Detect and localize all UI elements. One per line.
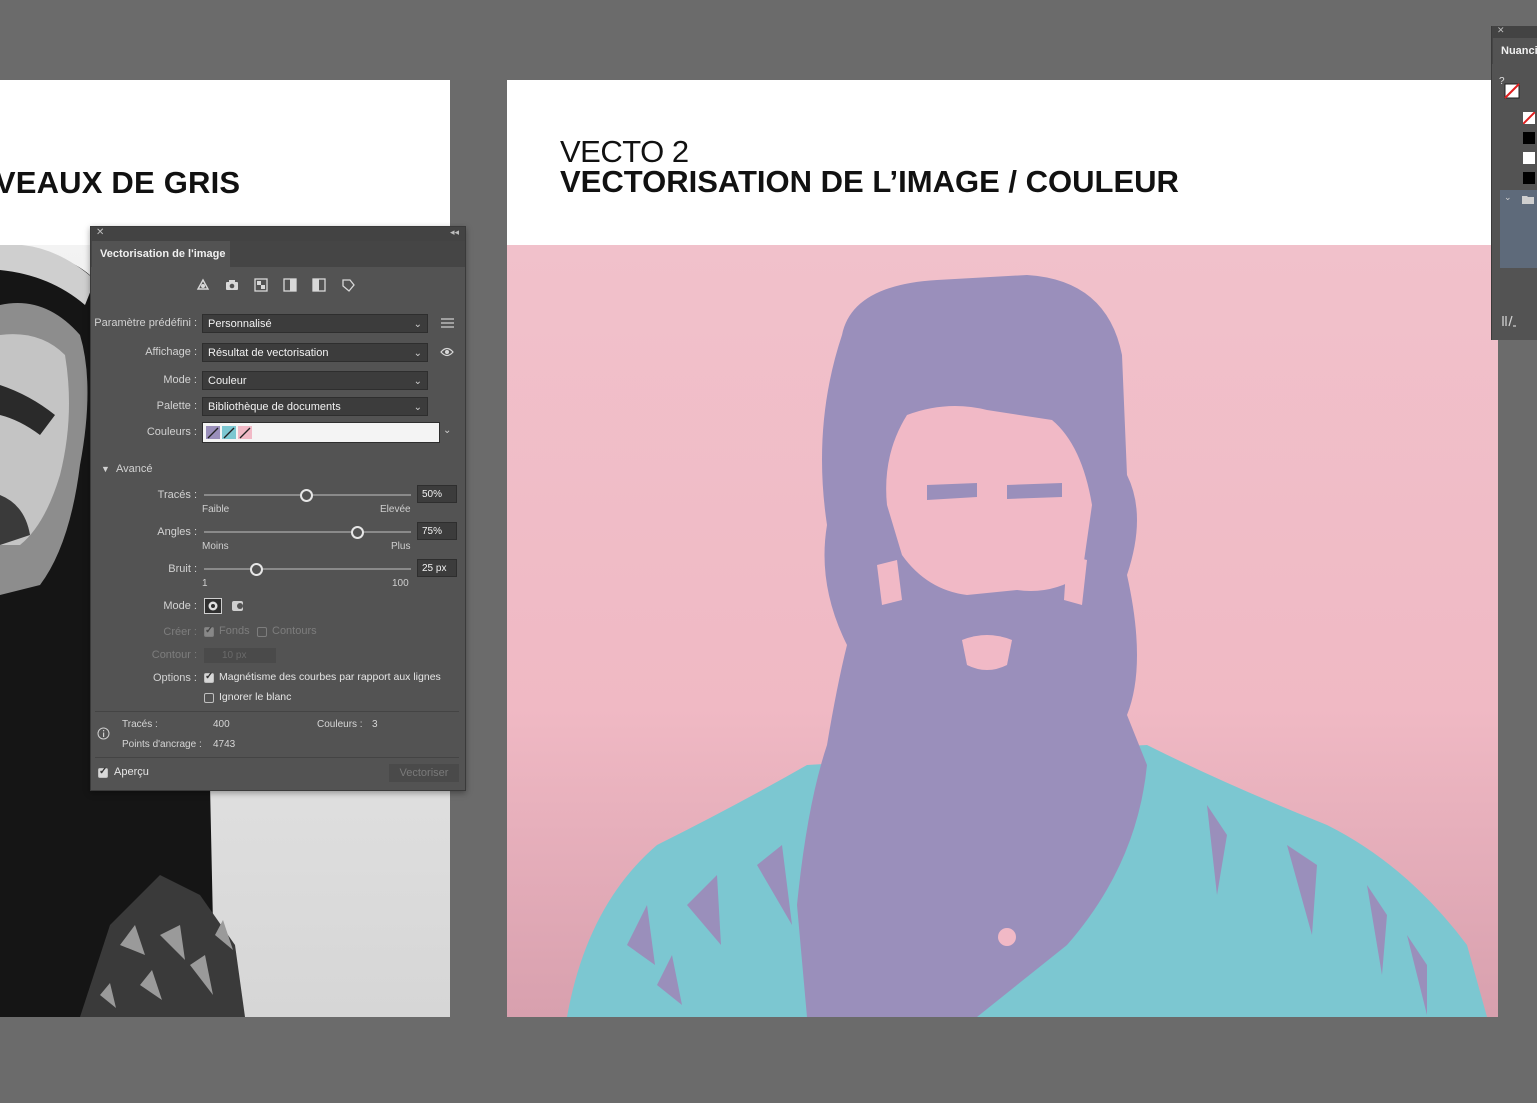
artboard-title: IVEAUX DE GRIS — [0, 165, 241, 200]
paths-slider-knob[interactable] — [300, 489, 313, 502]
fill-stroke-icon[interactable]: ? — [1499, 74, 1521, 102]
colors-swatch-field[interactable] — [202, 422, 440, 443]
preset-value: Personnalisé — [208, 318, 272, 330]
fills-checkbox[interactable] — [204, 625, 214, 637]
palette-dropdown[interactable]: Bibliothèque de documents ⌄ — [202, 397, 428, 416]
paths-label: Tracés : — [157, 489, 197, 501]
none-swatch[interactable] — [1523, 112, 1535, 124]
stroke-value-field[interactable]: 10 px — [204, 648, 276, 663]
grayscale-icon[interactable] — [282, 277, 298, 293]
options-label: Options : — [152, 672, 197, 684]
auto-color-icon[interactable] — [195, 277, 211, 293]
info-paths-label: Tracés : — [122, 719, 158, 730]
info-anchors-label: Points d'ancrage : — [122, 739, 202, 750]
mode-label: Mode : — [163, 374, 197, 386]
advanced-section-toggle[interactable]: ▼ Avancé — [101, 463, 152, 475]
noise-value[interactable]: 25 px — [417, 559, 457, 577]
abutting-icon — [208, 601, 218, 611]
high-color-icon[interactable] — [224, 277, 240, 293]
preset-dropdown[interactable]: Personnalisé ⌄ — [202, 314, 428, 333]
info-colors-label: Couleurs : — [317, 719, 363, 730]
svg-text:?: ? — [1499, 76, 1505, 87]
palette-label: Palette : — [156, 400, 197, 412]
noise-slider[interactable] — [204, 568, 411, 570]
folder-icon — [1522, 196, 1534, 204]
corners-max-label: Plus — [391, 541, 411, 552]
white-swatch[interactable] — [1523, 152, 1535, 164]
create-label: Créer : — [163, 626, 197, 638]
outline-icon[interactable] — [340, 277, 356, 293]
fills-label: Fonds — [219, 625, 250, 637]
chevron-down-icon: ⌄ — [413, 348, 422, 359]
disclosure-triangle-icon: ▼ — [101, 464, 110, 474]
corners-slider-knob[interactable] — [351, 526, 364, 539]
corners-min-label: Moins — [202, 541, 229, 552]
swatch-library-icon[interactable] — [1502, 315, 1518, 327]
divider — [95, 711, 459, 712]
paths-max-label: Elevée — [380, 504, 411, 515]
noise-slider-knob[interactable] — [250, 563, 263, 576]
collapse-icon[interactable]: ◂◂ — [450, 227, 459, 238]
paths-value[interactable]: 50% — [417, 485, 457, 503]
stroke-label: Contour : — [151, 649, 197, 661]
ignore-white-checkbox[interactable] — [204, 693, 214, 703]
corners-label: Angles : — [157, 526, 197, 538]
image-trace-panel: ✕ ◂◂ Vectorisation de l'image Paramètre … — [90, 226, 466, 791]
artboard-title: VECTORISATION DE L’IMAGE / COULEUR — [560, 164, 1179, 199]
swatch-group-selected[interactable]: ⌄ — [1500, 190, 1537, 268]
chevron-down-icon: ⌄ — [1504, 192, 1512, 202]
chevron-down-icon: ⌄ — [413, 319, 422, 330]
advanced-label: Avancé — [115, 463, 153, 475]
chevron-down-icon: ⌄ — [413, 376, 422, 387]
palette-value: Bibliothèque de documents — [208, 401, 341, 413]
snap-curves-label: Magnétisme des courbes par rapport aux l… — [219, 671, 441, 683]
low-color-icon[interactable] — [253, 277, 269, 293]
trace-button[interactable]: Vectoriser — [389, 764, 459, 782]
registration-swatch[interactable] — [1523, 132, 1535, 144]
chevron-down-icon[interactable]: ⌄ — [443, 425, 451, 436]
noise-min-label: 1 — [202, 578, 208, 589]
colors-label: Couleurs : — [146, 426, 197, 438]
tab-image-trace[interactable]: Vectorisation de l'image — [92, 241, 230, 267]
info-anchors-value: 4743 — [213, 739, 236, 750]
info-icon — [97, 727, 110, 740]
view-value: Résultat de vectorisation — [208, 347, 329, 359]
close-icon[interactable]: ✕ — [96, 227, 104, 238]
color-swatches — [206, 426, 252, 439]
ignore-white-label: Ignorer le blanc — [219, 691, 292, 703]
black-white-icon[interactable] — [311, 277, 327, 293]
preview-checkbox[interactable] — [98, 766, 108, 778]
panel-menu-icon[interactable] — [441, 317, 454, 329]
color-trace-image — [507, 245, 1498, 1017]
preset-label: Paramètre prédéfini : — [94, 317, 197, 329]
preview-label: Aperçu — [114, 766, 149, 778]
strokes-checkbox[interactable] — [257, 627, 267, 637]
mode-value: Couleur — [208, 375, 247, 387]
view-dropdown[interactable]: Résultat de vectorisation ⌄ — [202, 343, 428, 362]
panel-title-bar[interactable]: ✕ ◂◂ — [91, 227, 465, 241]
close-icon[interactable]: ✕ — [1497, 25, 1505, 36]
chevron-down-icon: ⌄ — [413, 402, 422, 413]
corners-slider[interactable] — [204, 531, 411, 533]
abutting-method-button[interactable] — [204, 598, 222, 614]
overlapping-method-button[interactable] — [229, 598, 247, 614]
paths-min-label: Faible — [202, 504, 230, 515]
mode-dropdown[interactable]: Couleur ⌄ — [202, 371, 428, 390]
swatches-panel: ✕ Nuancier ? ⌄ — [1491, 25, 1537, 340]
info-colors-value: 3 — [372, 719, 378, 730]
info-paths-value: 400 — [213, 719, 230, 730]
divider — [95, 757, 459, 758]
corners-value[interactable]: 75% — [417, 522, 457, 540]
snap-curves-checkbox[interactable] — [204, 671, 214, 683]
noise-max-label: 100 — [392, 578, 409, 589]
black-swatch[interactable] — [1523, 172, 1535, 184]
tab-swatches[interactable]: Nuancier — [1493, 38, 1537, 64]
overlapping-icon — [232, 601, 243, 611]
strokes-label: Contours — [272, 625, 317, 637]
method-label: Mode : — [163, 600, 197, 612]
view-label: Affichage : — [145, 346, 197, 358]
eye-icon[interactable] — [440, 347, 454, 357]
artboard-color: VECTO 2 VECTORISATION DE L’IMAGE / COULE… — [507, 80, 1498, 1017]
noise-label: Bruit : — [168, 563, 197, 575]
